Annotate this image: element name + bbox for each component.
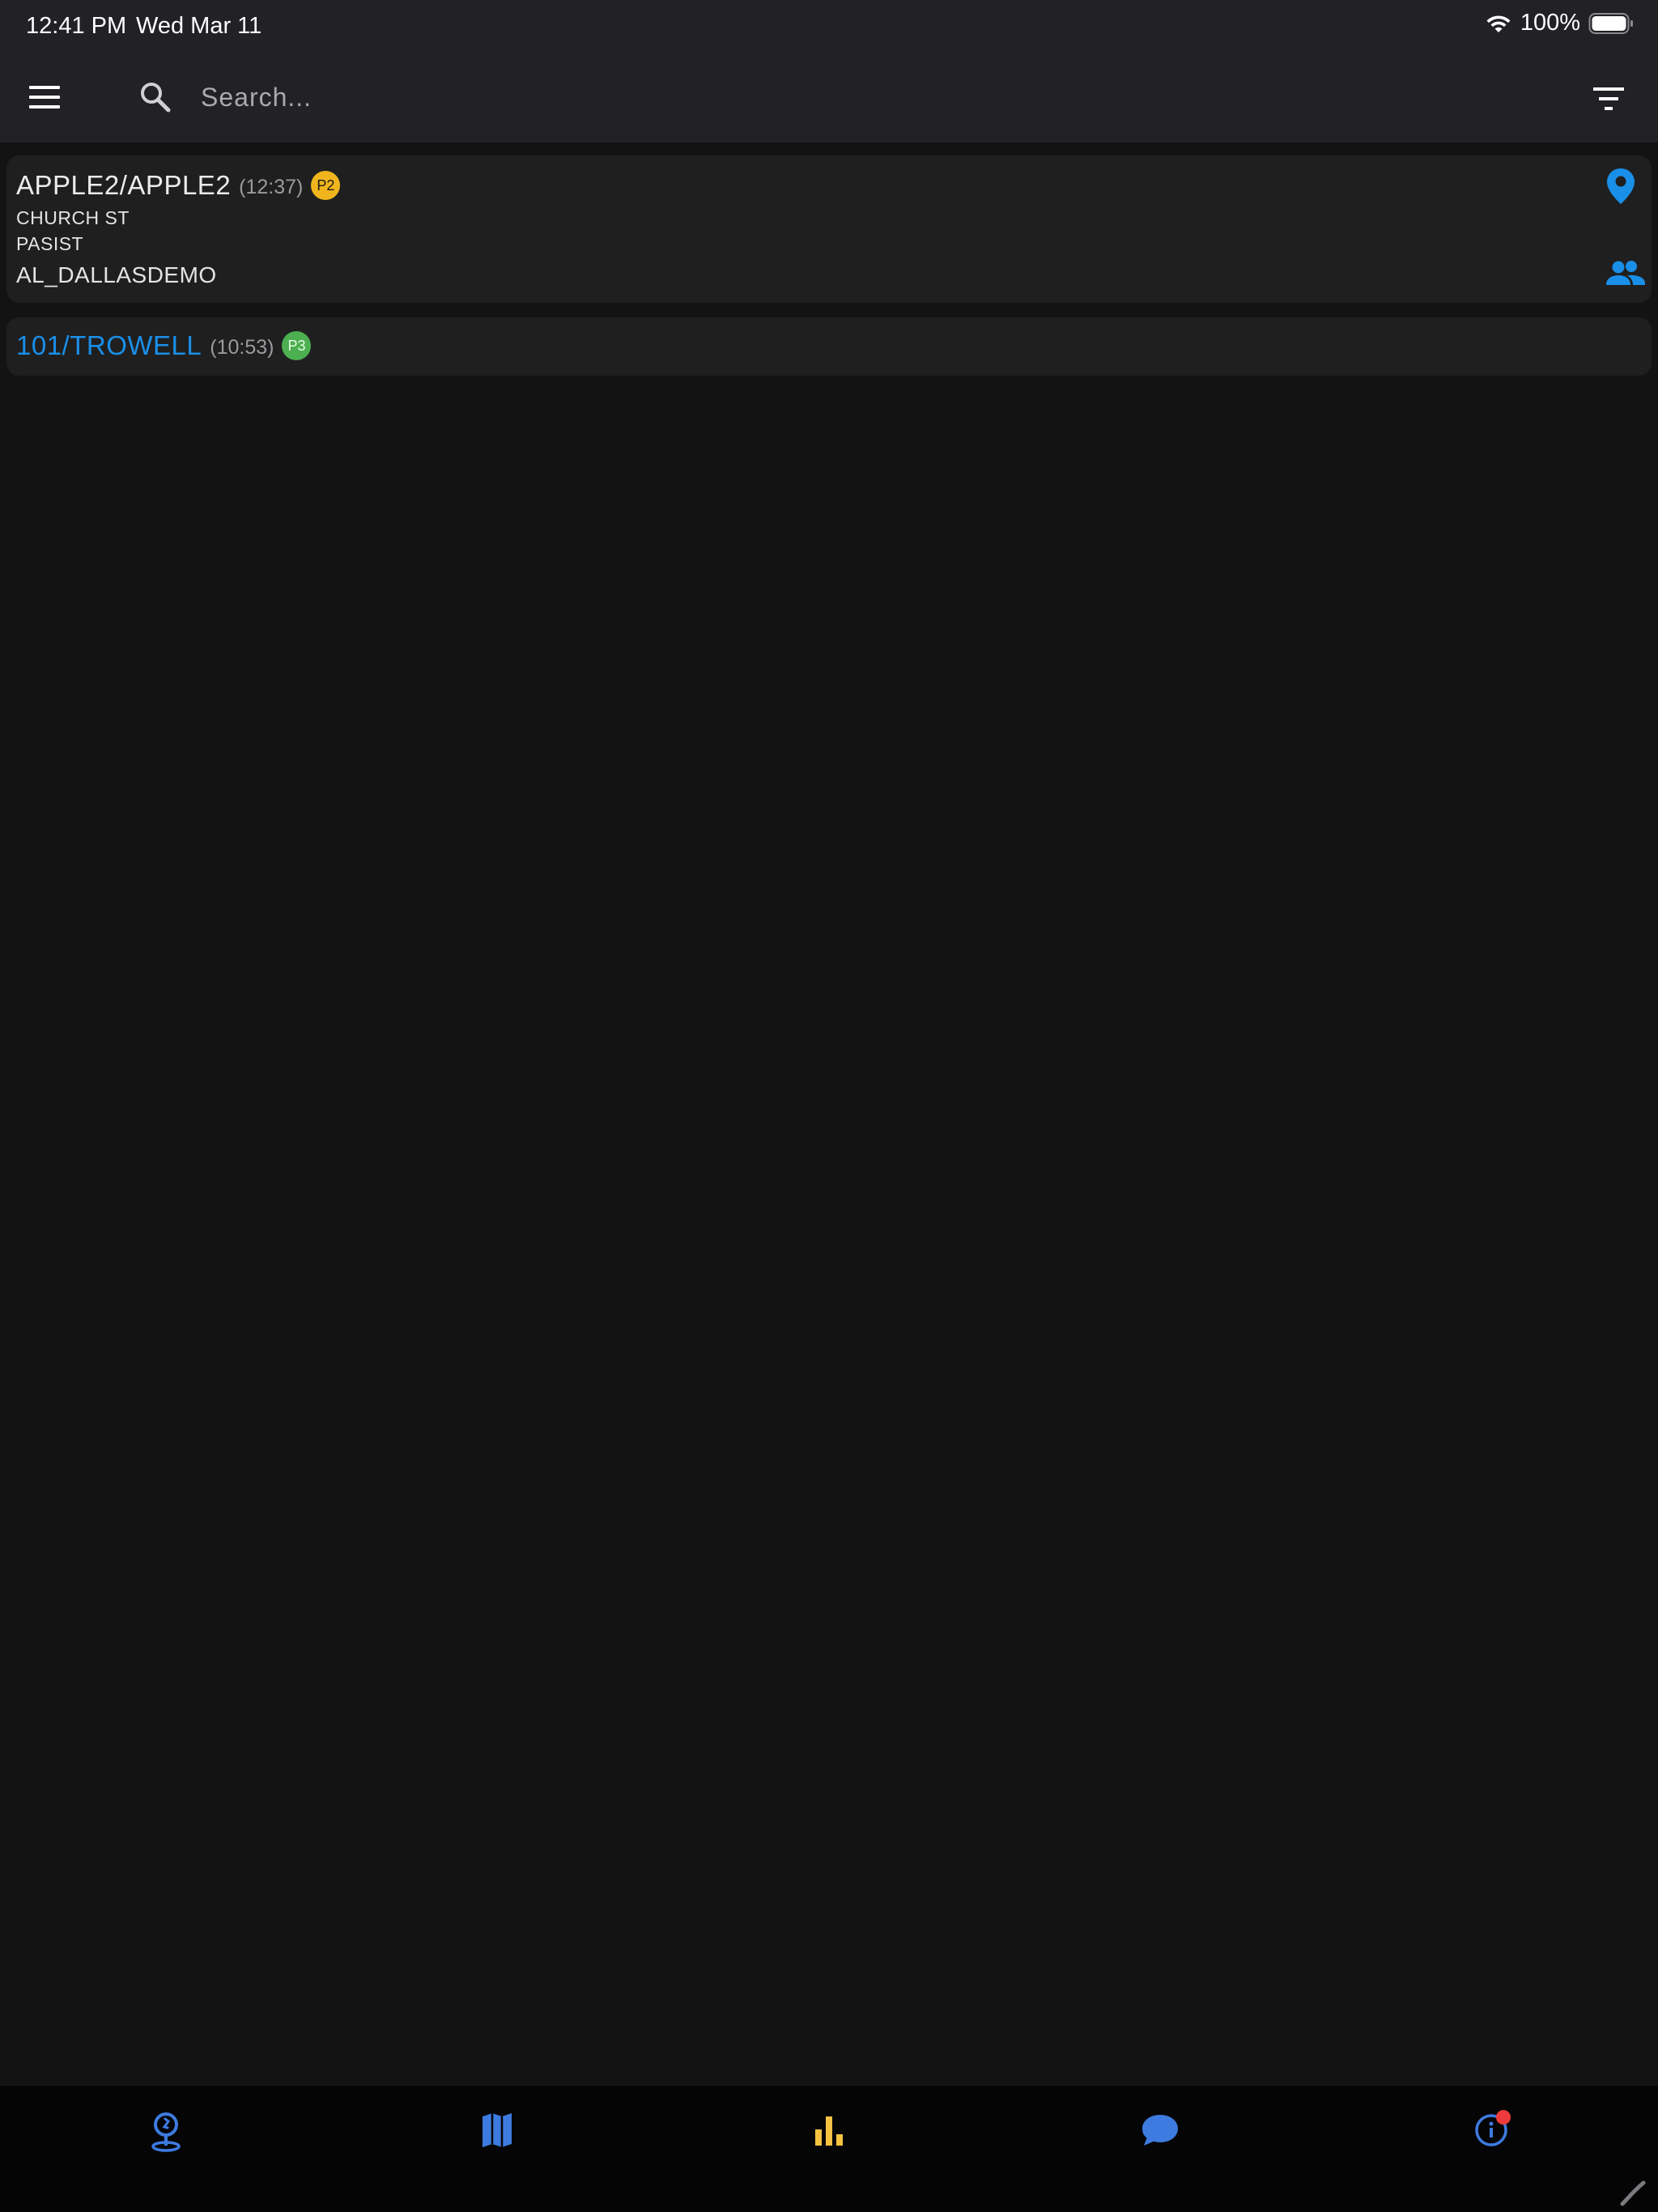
chat-bubble-icon — [1142, 2115, 1178, 2146]
battery-percentage: 100% — [1520, 10, 1580, 36]
search-icon — [141, 83, 171, 113]
incident-location-icon — [151, 2112, 181, 2152]
incident-title-row: 101/TROWELL (10:53) P3 — [16, 330, 312, 361]
incident-card[interactable]: APPLE2/APPLE2 (12:37) P2 CHURCH ST PASIS… — [6, 155, 1652, 303]
notification-badge — [1496, 2110, 1511, 2125]
priority-badge: P2 — [311, 171, 341, 200]
nav-incidents[interactable] — [142, 2105, 190, 2154]
status-bar: 12:41 PM Wed Mar 11 100% — [0, 0, 1658, 50]
incident-agency: AL_DALLASDEMO — [16, 262, 217, 287]
incident-address: CHURCH ST — [16, 207, 130, 228]
status-time: 12:41 PM — [26, 13, 127, 39]
search-input[interactable] — [201, 73, 1496, 121]
incident-card[interactable]: 101/TROWELL (10:53) P3 — [6, 317, 1652, 376]
status-date: Wed Mar 11 — [136, 13, 262, 39]
hamburger-menu-icon[interactable] — [24, 79, 66, 115]
incident-title-row: APPLE2/APPLE2 (12:37) P2 — [16, 170, 341, 201]
people-icon[interactable] — [1606, 259, 1645, 288]
filter-icon[interactable] — [1590, 83, 1627, 115]
location-pin-icon[interactable] — [1605, 167, 1637, 206]
map-icon — [483, 2113, 512, 2147]
battery-icon — [1588, 12, 1633, 34]
incident-time: (10:53) — [210, 335, 274, 359]
wifi-icon — [1486, 15, 1511, 32]
incident-time: (12:37) — [239, 175, 304, 198]
nav-messages[interactable] — [1136, 2105, 1184, 2154]
incident-type: PASIST — [16, 233, 84, 254]
bar-chart-icon — [815, 2116, 843, 2146]
priority-badge: P3 — [282, 331, 312, 360]
nav-info[interactable] — [1467, 2105, 1516, 2154]
bottom-navigation — [0, 2086, 1658, 2212]
nav-statistics[interactable] — [805, 2105, 853, 2154]
pencil-handle-icon — [1620, 2180, 1646, 2206]
incident-title: 101/TROWELL — [16, 330, 202, 360]
status-indicators: 100% — [1485, 10, 1634, 36]
nav-map[interactable] — [473, 2105, 521, 2154]
top-toolbar — [0, 50, 1658, 143]
incident-title: APPLE2/APPLE2 — [16, 170, 232, 200]
